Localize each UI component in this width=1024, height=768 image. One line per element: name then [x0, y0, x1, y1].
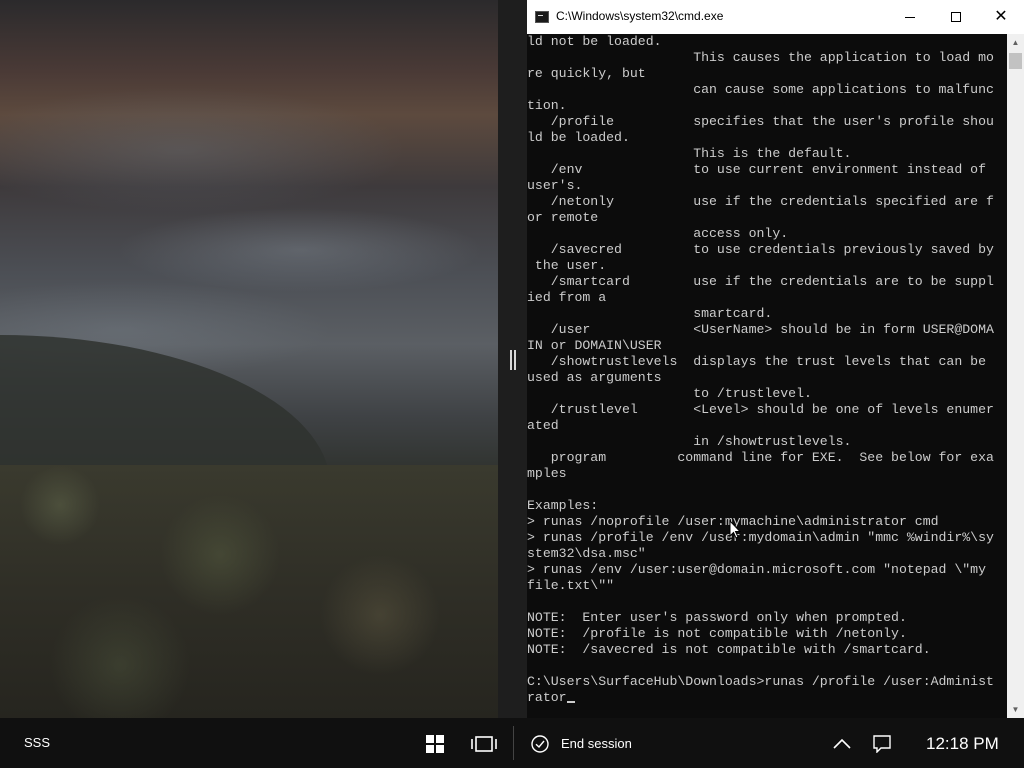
- console-text: ld not be loaded. This causes the applic…: [527, 34, 994, 705]
- notification-icon[interactable]: [873, 735, 891, 753]
- chevron-up-icon[interactable]: [832, 737, 852, 751]
- mouse-pointer-icon: [729, 520, 741, 539]
- text-cursor: [566, 701, 575, 703]
- windows-start-icon[interactable]: [426, 735, 444, 753]
- cmd-window[interactable]: C:\Windows\system32\cmd.exe ✕ ld not be …: [527, 0, 1024, 718]
- window-title: C:\Windows\system32\cmd.exe: [556, 9, 724, 23]
- user-name[interactable]: SSS: [24, 735, 50, 750]
- taskbar: SSS End session 12:18 PM: [0, 718, 1024, 768]
- cmd-app-icon: [535, 11, 549, 23]
- wallpaper-ground: [0, 465, 498, 718]
- console-output[interactable]: ld not be loaded. This causes the applic…: [527, 34, 1007, 718]
- scroll-down-arrow-icon[interactable]: ▼: [1007, 701, 1024, 718]
- maximize-button[interactable]: [933, 0, 979, 34]
- taskbar-separator: [513, 726, 514, 760]
- minimize-icon: [905, 16, 915, 18]
- task-view-icon[interactable]: [471, 735, 497, 753]
- clock[interactable]: 12:18 PM: [926, 734, 999, 754]
- vertical-scrollbar[interactable]: ▲ ▼: [1007, 34, 1024, 718]
- maximize-icon: [951, 12, 961, 22]
- scroll-thumb[interactable]: [1009, 53, 1022, 69]
- close-icon: ✕: [994, 8, 1008, 25]
- snap-divider-handle-icon[interactable]: [510, 350, 516, 370]
- title-bar[interactable]: C:\Windows\system32\cmd.exe ✕: [527, 0, 1024, 34]
- minimize-button[interactable]: [887, 0, 933, 34]
- end-session-button[interactable]: End session: [561, 736, 632, 751]
- close-button[interactable]: ✕: [978, 0, 1024, 34]
- checkmark-circle-icon[interactable]: [531, 735, 549, 753]
- scroll-up-arrow-icon[interactable]: ▲: [1007, 34, 1024, 51]
